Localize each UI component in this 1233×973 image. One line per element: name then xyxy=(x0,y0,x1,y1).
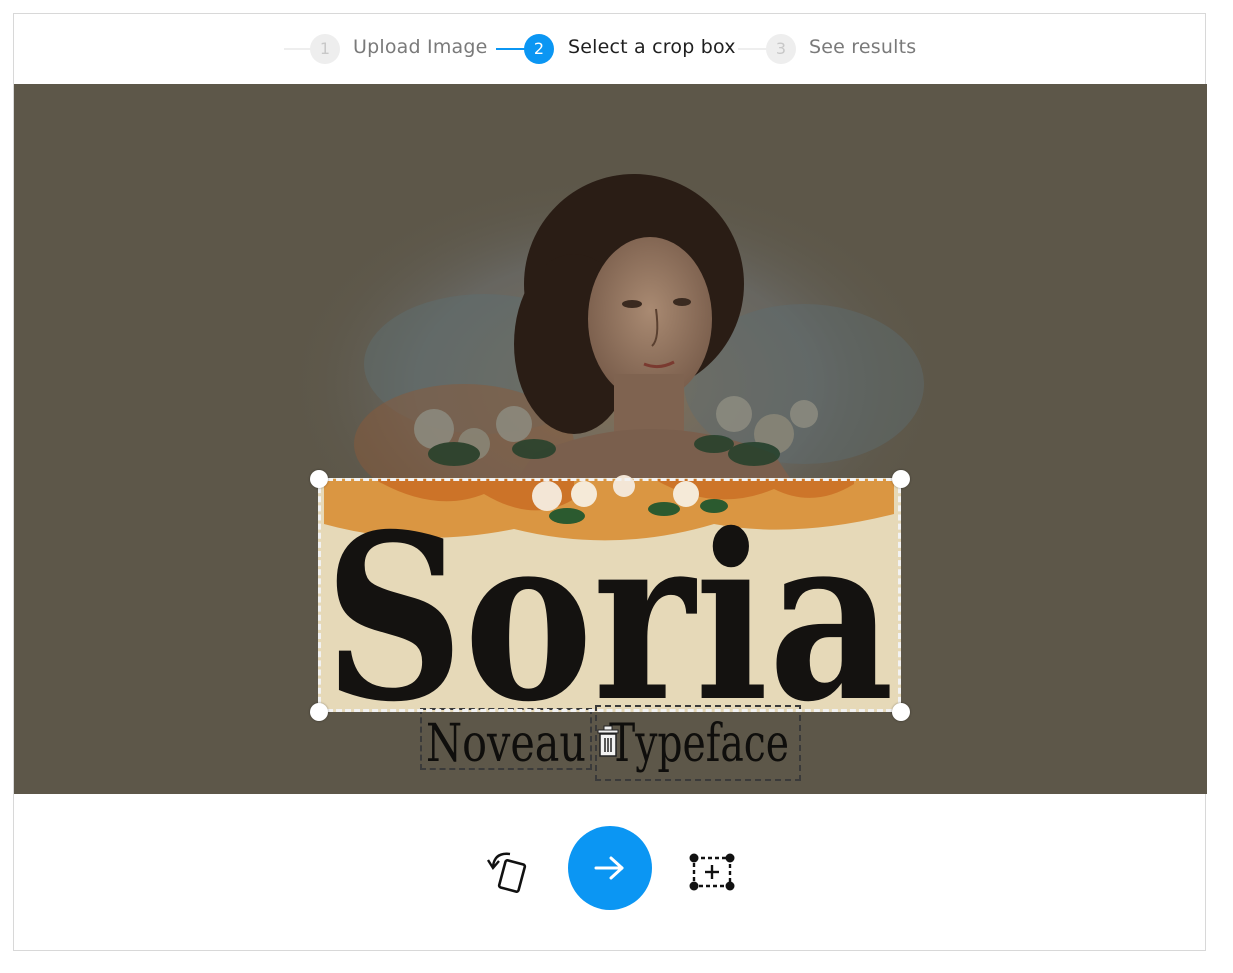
stepper: 1 Upload Image 2 Select a crop box 3 See… xyxy=(14,14,1205,84)
add-crop-box-icon[interactable] xyxy=(688,852,736,892)
next-button[interactable] xyxy=(568,826,652,910)
step-3-number: 3 xyxy=(766,34,796,64)
step-3-label: See results xyxy=(809,36,917,58)
trash-icon[interactable] xyxy=(596,724,620,758)
crop-handle-top-left[interactable] xyxy=(310,470,328,488)
app-frame: 1 Upload Image 2 Select a crop box 3 See… xyxy=(13,13,1207,952)
crop-handle-bottom-right[interactable] xyxy=(892,703,910,721)
image-canvas[interactable]: Soria Noveau Typeface xyxy=(14,84,1207,794)
crop-handle-bottom-left[interactable] xyxy=(310,703,328,721)
step-1-number: 1 xyxy=(310,34,340,64)
step-connector xyxy=(738,48,768,50)
step-connector-active xyxy=(496,48,526,50)
arrow-right-icon xyxy=(594,856,624,880)
detected-box[interactable] xyxy=(420,708,592,770)
rotate-icon[interactable] xyxy=(484,844,534,900)
crop-handle-top-right[interactable] xyxy=(892,470,910,488)
crop-box[interactable] xyxy=(318,478,901,712)
step-1-label: Upload Image xyxy=(353,36,488,58)
step-2-number: 2 xyxy=(524,34,554,64)
step-2-label: Select a crop box xyxy=(568,36,736,58)
detected-box[interactable] xyxy=(595,705,801,781)
bottom-toolbar xyxy=(14,794,1205,952)
